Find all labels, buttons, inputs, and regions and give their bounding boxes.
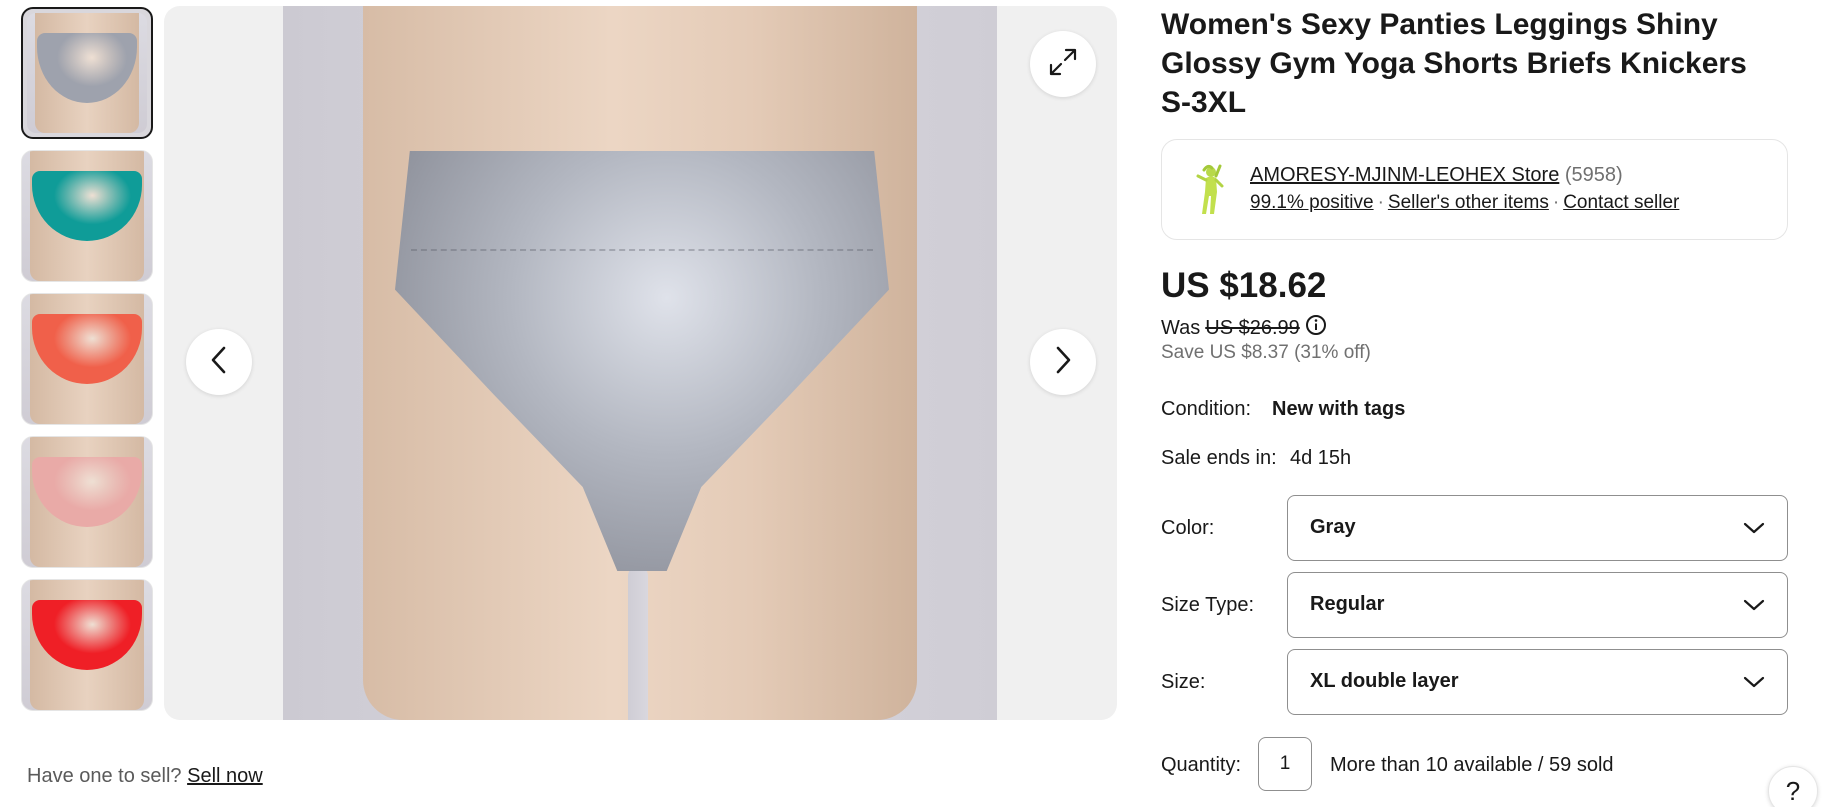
- sale-ends-label: Sale ends in:: [1161, 447, 1277, 469]
- thumbnail-strip: [21, 7, 153, 722]
- chevron-down-icon: [1743, 597, 1765, 618]
- thumbnail-teal[interactable]: [21, 150, 153, 282]
- thumbnail-image: [27, 13, 147, 133]
- size-select[interactable]: XL double layer: [1287, 649, 1788, 715]
- size-type-label: Size Type:: [1161, 594, 1255, 616]
- quantity-input[interactable]: 1: [1258, 737, 1312, 791]
- listing-title: Women's Sexy Panties Leggings Shiny Glos…: [1161, 8, 1747, 119]
- seller-card: AMORESY-MJINM-LEOHEX Store (5958) 99.1% …: [1161, 139, 1788, 240]
- expand-image-button[interactable]: [1030, 31, 1096, 97]
- next-image-button[interactable]: [1030, 329, 1096, 395]
- thumbnail-image: [22, 437, 152, 567]
- seller-name-row: AMORESY-MJINM-LEOHEX Store (5958): [1250, 164, 1623, 187]
- info-icon[interactable]: [1305, 314, 1327, 342]
- mannequin-leg-gap: [628, 566, 648, 720]
- was-price: US $26.99: [1205, 316, 1300, 339]
- listing-details: Women's Sexy Panties Leggings Shiny Glos…: [1161, 0, 1788, 791]
- savings-text: Save US $8.37 (31% off): [1161, 342, 1371, 363]
- garment-waistband: [411, 161, 873, 251]
- availability-text: More than 10 available / 59 sold: [1330, 754, 1614, 776]
- condition-label: Condition:: [1161, 398, 1252, 420]
- current-price: US $18.62: [1161, 266, 1327, 305]
- expand-icon: [1047, 46, 1079, 83]
- seller-feedback-count: (5958): [1564, 164, 1623, 186]
- color-select-value: Gray: [1310, 516, 1356, 538]
- seller-name-link[interactable]: AMORESY-MJINM-LEOHEX Store: [1250, 164, 1559, 186]
- condition-value: New with tags: [1272, 398, 1406, 420]
- sale-ends-value: 4d 15h: [1290, 447, 1352, 469]
- seller-avatar[interactable]: [1182, 162, 1238, 218]
- chevron-down-icon: [1743, 520, 1765, 541]
- chevron-right-icon: [1052, 345, 1074, 380]
- contact-seller-link[interactable]: Contact seller: [1563, 192, 1679, 213]
- thumbnail-gray[interactable]: [21, 7, 153, 139]
- chevron-left-icon: [208, 345, 230, 380]
- thumbnail-coral[interactable]: [21, 293, 153, 425]
- was-price-row: Was US $26.99: [1161, 314, 1327, 342]
- sell-prompt-text: Have one to sell?: [27, 765, 182, 787]
- seller-positive-link[interactable]: 99.1% positive: [1250, 192, 1374, 213]
- thumbnail-image: [22, 580, 152, 710]
- thumbnail-red[interactable]: [21, 579, 153, 711]
- separator-dot: ·: [1552, 192, 1560, 213]
- size-label: Size:: [1161, 671, 1206, 693]
- seller-links: 99.1% positive · Seller's other items · Cont…: [1250, 192, 1679, 214]
- sell-prompt: Have one to sell? Sell now: [27, 765, 263, 788]
- size-type-select-value: Regular: [1310, 593, 1385, 615]
- size-select-value: XL double layer: [1310, 670, 1459, 692]
- help-button[interactable]: ?: [1768, 766, 1818, 807]
- chevron-down-icon: [1743, 674, 1765, 695]
- separator-dot: ·: [1377, 192, 1384, 213]
- product-photo: [283, 6, 997, 720]
- main-product-image[interactable]: [164, 6, 1117, 720]
- thumbnail-image: [22, 151, 152, 281]
- color-select[interactable]: Gray: [1287, 495, 1788, 561]
- sell-now-link[interactable]: Sell now: [187, 765, 263, 787]
- color-label: Color:: [1161, 517, 1215, 539]
- size-type-select[interactable]: Regular: [1287, 572, 1788, 638]
- thumbnail-image: [22, 294, 152, 424]
- seller-other-items-link[interactable]: Seller's other items: [1388, 192, 1549, 213]
- previous-image-button[interactable]: [186, 329, 252, 395]
- was-label: Was: [1161, 316, 1201, 339]
- thumbnail-pink[interactable]: [21, 436, 153, 568]
- quantity-label: Quantity:: [1161, 754, 1242, 776]
